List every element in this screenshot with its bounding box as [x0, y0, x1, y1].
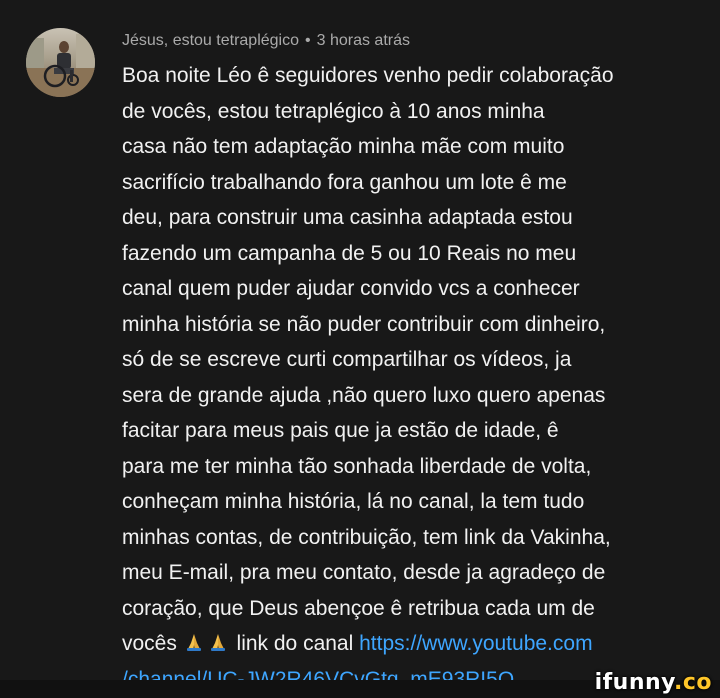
- comment-line: sera de grande ajuda ,não quero luxo que…: [122, 383, 606, 407]
- comment-line: fazendo um campanha de 5 ou 10 Reais no …: [122, 241, 577, 265]
- comment-line: canal quem puder ajudar convido vcs a co…: [122, 277, 580, 300]
- comment-body: Boa noite Léo ê seguidores venho pedir c…: [122, 58, 692, 697]
- folded-hands-emoji-icon: [183, 631, 205, 653]
- avatar-photo-icon: [26, 28, 95, 97]
- meta-separator: •: [305, 32, 311, 49]
- comment-line: meu E-mail, pra meu contato, desde ja ag…: [122, 561, 606, 584]
- comment-final-prefix: vocês: [122, 632, 177, 655]
- comment-line: conheçam minha história, lá no canal, la…: [122, 490, 585, 513]
- comment-line: casa não tem adaptação minha mãe com mui…: [122, 135, 565, 158]
- comment-thread: Jésus, estou tetraplégico • 3 horas atrás …: [0, 0, 720, 698]
- comment-line: sacrifício trabalhando fora ganhou um lo…: [122, 170, 567, 194]
- comment-line-final: vocês link do canal https://www.youtube.…: [122, 626, 692, 662]
- author-name[interactable]: Jésus, estou tetraplégico: [122, 32, 299, 49]
- author-avatar[interactable]: [26, 28, 95, 97]
- comment-line: Boa noite Léo ê seguidores venho pedir c…: [122, 64, 614, 87]
- comment-timestamp[interactable]: 3 horas atrás: [317, 32, 410, 49]
- comment-line: só de se escreve curti compartilhar os v…: [122, 348, 572, 371]
- ifunny-watermark: ifunny.co: [594, 670, 712, 695]
- comment-line: minha história se não puder contribuir c…: [122, 312, 606, 336]
- comment-line: minhas contas, de contribuição, tem link…: [122, 525, 611, 549]
- comment-line: coração, que Deus abençoe ê retribua cad…: [122, 596, 595, 620]
- channel-link[interactable]: https://www.youtube.com: [359, 632, 592, 655]
- comment-line: de vocês, estou tetraplégico à 10 anos m…: [122, 99, 545, 123]
- comment-final-suffix: link do canal: [230, 632, 360, 655]
- comment-line: facitar para meus pais que ja estão de i…: [122, 419, 559, 442]
- comment-line: deu, para construir uma casinha adaptada…: [122, 206, 573, 229]
- comment-meta: Jésus, estou tetraplégico • 3 horas atrás: [122, 30, 410, 52]
- folded-hands-emoji-icon: [207, 631, 229, 653]
- comment-line: para me ter minha tão sonhada liberdade …: [122, 454, 592, 478]
